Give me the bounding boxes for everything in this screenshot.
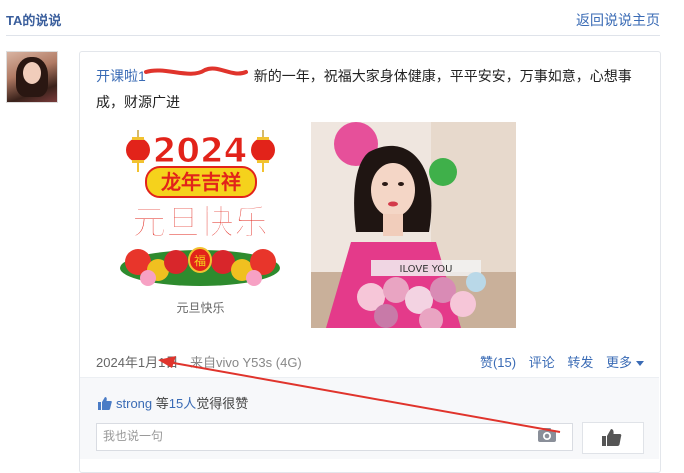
avatar[interactable] xyxy=(6,51,58,103)
svg-text:龙年吉祥: 龙年吉祥 xyxy=(161,170,241,194)
liker-name-link[interactable]: strong xyxy=(116,396,152,411)
more-button[interactable]: 更多 xyxy=(606,355,644,370)
post-body: 开课啦1 新的一年，祝福大家身体健康，平平安安，万事如意，心想事成，财源广进 xyxy=(96,63,636,115)
post-image-photo[interactable]: ILOVE YOU xyxy=(311,122,516,328)
post-meta: 2024年1月1日 来自vivo Y53s (4G) xyxy=(96,352,302,371)
likes-count-link[interactable]: 15人 xyxy=(169,396,196,411)
post-device: 来自vivo Y53s (4G) xyxy=(190,355,302,370)
likes-suffix-text: 觉得很赞 xyxy=(196,396,249,411)
svg-text:福: 福 xyxy=(194,253,206,268)
chevron-down-icon xyxy=(636,361,644,367)
like-button[interactable]: 赞(15) xyxy=(480,355,516,370)
portrait-photo: ILOVE YOU xyxy=(311,122,516,328)
post-actions: 赞(15) 评论 转发 更多 xyxy=(471,352,644,371)
page-title: TA的说说 xyxy=(6,13,62,28)
header-divider xyxy=(6,35,660,36)
comment-button[interactable]: 评论 xyxy=(529,355,555,370)
svg-text:元旦快乐: 元旦快乐 xyxy=(132,203,268,243)
like-thumb-button[interactable] xyxy=(582,422,644,454)
camera-icon[interactable] xyxy=(537,427,557,448)
fu-badge: 福 xyxy=(188,247,212,273)
comment-input[interactable] xyxy=(97,424,529,448)
comment-box xyxy=(96,423,573,451)
post-text: 新的一年，祝福大家身体健康，平平安安，万事如意，心想事成，财源广进 xyxy=(96,68,632,110)
svg-text:ILOVE YOU: ILOVE YOU xyxy=(400,264,453,275)
greeting-image: 2024 龙年吉祥 元旦快乐 福 xyxy=(118,128,283,288)
post-image-greeting[interactable]: 2024 龙年吉祥 元旦快乐 福 xyxy=(118,128,283,288)
back-to-feed-link[interactable]: 返回说说主页 xyxy=(576,10,660,30)
thumbs-up-icon xyxy=(98,397,112,413)
more-label: 更多 xyxy=(605,355,632,370)
image-caption: 元旦快乐 xyxy=(176,301,225,315)
thumbs-up-gray-icon xyxy=(602,429,622,446)
post-date: 2024年1月1日 xyxy=(96,355,179,370)
top-bar: TA的说说 返回说说主页 xyxy=(0,0,684,38)
post-author-link[interactable]: 开课啦1 xyxy=(96,68,146,84)
likes-middle-text: 等 xyxy=(155,396,169,411)
forward-button[interactable]: 转发 xyxy=(567,355,593,370)
likes-summary: strong 等15人觉得很赞 xyxy=(98,393,248,413)
svg-text:2024: 2024 xyxy=(153,131,248,171)
